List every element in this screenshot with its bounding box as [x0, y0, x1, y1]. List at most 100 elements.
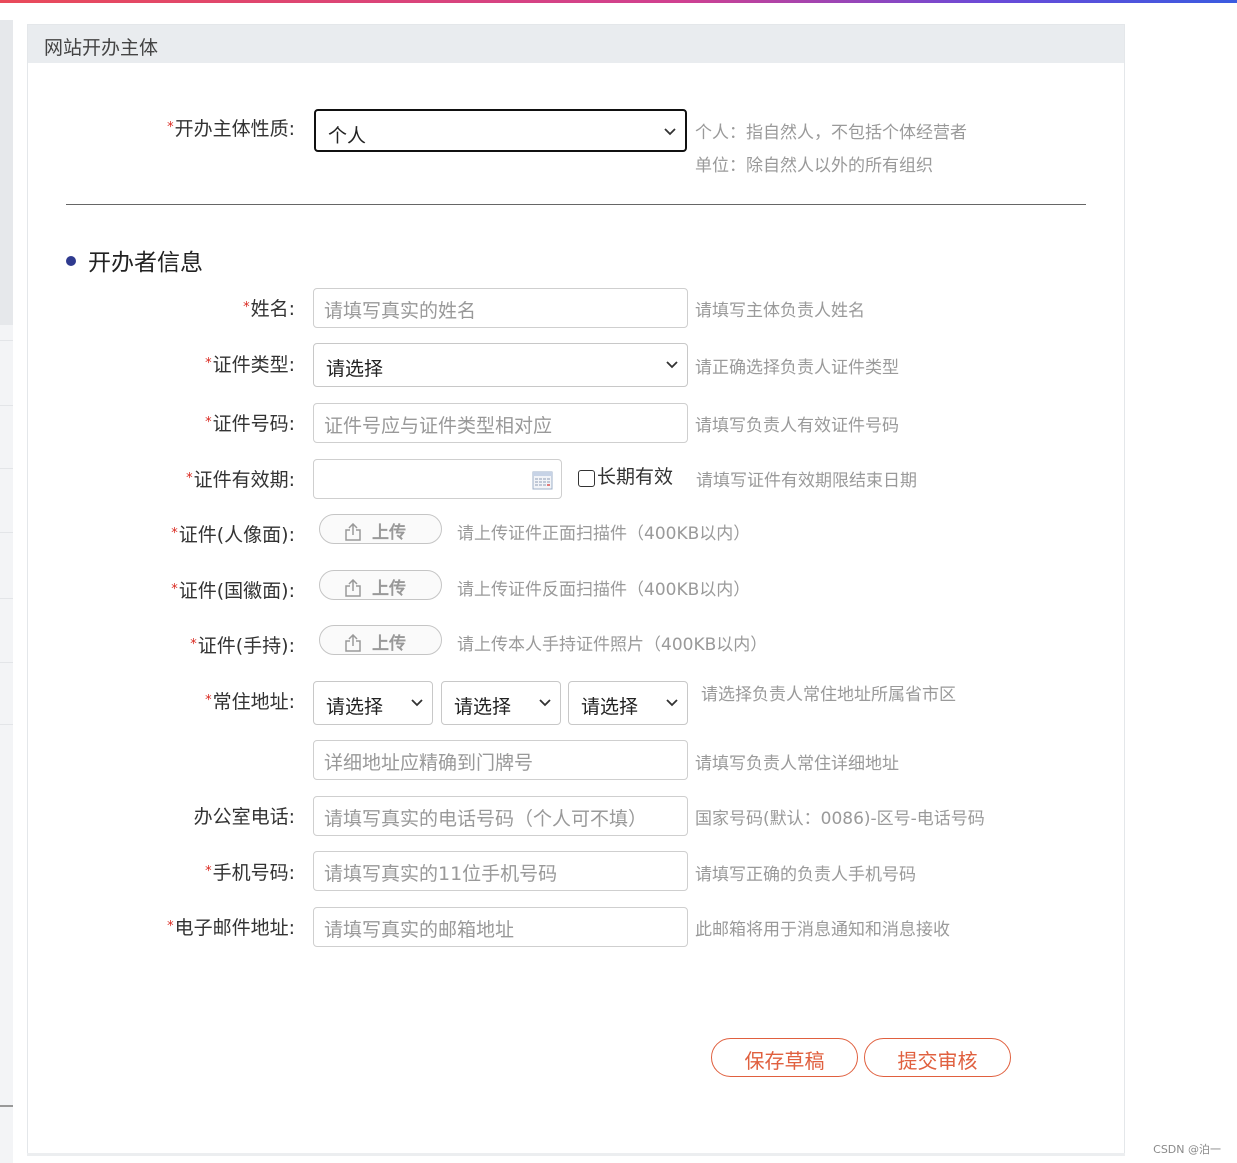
district-value: 请选择 — [581, 696, 639, 718]
id-type-hint: 请正确选择负责人证件类型 — [695, 358, 899, 378]
id-number-hint: 请填写负责人有效证件号码 — [695, 416, 899, 436]
mobile-input[interactable]: 请填写真实的11位手机号码 — [313, 851, 688, 891]
address-label-text: 常住地址: — [212, 691, 295, 713]
mobile-label-text: 手机号码: — [212, 862, 295, 884]
id-front-upload-button[interactable]: 上传 — [319, 514, 442, 544]
chevron-down-icon — [666, 361, 678, 369]
province-value: 请选择 — [326, 696, 384, 718]
chevron-down-icon — [411, 699, 423, 707]
chevron-down-icon — [539, 699, 551, 707]
panel-title: 网站开办主体 — [28, 25, 1124, 63]
upload-label: 上传 — [372, 634, 406, 654]
id-handheld-label-text: 证件(手持): — [197, 635, 295, 657]
id-number-label-text: 证件号码: — [212, 413, 295, 435]
sidebar-divider — [0, 598, 13, 599]
id-handheld-label: *证件(手持): — [130, 631, 295, 658]
id-type-select[interactable]: 请选择 — [313, 343, 688, 387]
name-label-text: 姓名: — [250, 298, 295, 320]
section-divider — [66, 204, 1086, 205]
subject-type-hint-org: 单位：除自然人以外的所有组织 — [695, 156, 933, 176]
subject-type-label-text: 开办主体性质: — [174, 118, 295, 140]
required-mark: * — [167, 919, 174, 934]
id-front-label-text: 证件(人像面): — [178, 524, 295, 546]
watermark: CSDN @泊一 — [1153, 1143, 1221, 1156]
id-front-label: *证件(人像面): — [130, 520, 295, 547]
save-draft-button[interactable]: 保存草稿 — [711, 1038, 858, 1077]
email-label-text: 电子邮件地址: — [174, 917, 295, 939]
upload-icon — [345, 523, 361, 541]
id-expiry-date-input[interactable] — [313, 459, 562, 499]
id-number-input[interactable]: 证件号应与证件类型相对应 — [313, 403, 688, 443]
id-back-upload-button[interactable]: 上传 — [319, 570, 442, 600]
long-term-label[interactable]: 长期有效 — [597, 462, 673, 489]
upload-icon — [345, 634, 361, 652]
city-value: 请选择 — [454, 696, 512, 718]
id-front-hint: 请上传证件正面扫描件（400KB以内） — [457, 524, 751, 544]
subject-type-label: *开办主体性质: — [140, 114, 295, 141]
id-number-label: *证件号码: — [140, 409, 295, 436]
subject-type-hint-person: 个人：指自然人，不包括个体经营者 — [695, 123, 967, 143]
sidebar-divider — [0, 724, 13, 725]
email-hint: 此邮箱将用于消息通知和消息接收 — [695, 920, 950, 940]
address-detail-input[interactable]: 详细地址应精确到门牌号 — [313, 740, 688, 780]
required-mark: * — [205, 356, 212, 371]
required-mark: * — [167, 120, 174, 135]
address-label: *常住地址: — [140, 687, 295, 714]
name-hint: 请填写主体负责人姓名 — [695, 301, 865, 321]
left-sidebar-strip — [0, 20, 13, 1163]
subject-type-value: 个人 — [328, 125, 367, 147]
address-detail-hint: 请填写负责人常住详细地址 — [695, 754, 899, 774]
sidebar-divider — [0, 662, 13, 663]
id-type-label-text: 证件类型: — [212, 354, 295, 376]
bullet-dot-icon — [66, 256, 76, 266]
required-mark: * — [171, 582, 178, 597]
calendar-icon[interactable] — [532, 470, 553, 490]
required-mark: * — [171, 526, 178, 541]
id-back-label: *证件(国徽面): — [130, 576, 295, 603]
sidebar-divider — [0, 405, 13, 406]
required-mark: * — [190, 637, 197, 652]
office-phone-label: 办公室电话: — [193, 806, 295, 828]
mobile-hint: 请填写正确的负责人手机号码 — [695, 865, 916, 885]
required-mark: * — [205, 415, 212, 430]
upload-icon — [345, 579, 361, 597]
id-handheld-upload-button[interactable]: 上传 — [319, 625, 442, 655]
sidebar-marker — [0, 1105, 13, 1107]
upload-label: 上传 — [372, 579, 406, 599]
required-mark: * — [205, 864, 212, 879]
sidebar-panel — [0, 20, 13, 325]
id-back-label-text: 证件(国徽面): — [178, 580, 295, 602]
email-input[interactable]: 请填写真实的邮箱地址 — [313, 907, 688, 947]
office-phone-hint: 国家号码(默认：0086)-区号-电话号码 — [695, 809, 985, 829]
id-handheld-hint: 请上传本人手持证件照片（400KB以内） — [457, 635, 768, 655]
province-select[interactable]: 请选择 — [313, 681, 433, 725]
required-mark: * — [186, 471, 193, 486]
mobile-label: *手机号码: — [140, 858, 295, 885]
id-type-value: 请选择 — [326, 358, 384, 380]
sidebar-divider — [0, 340, 13, 341]
section-title-text: 开办者信息 — [88, 250, 203, 276]
top-accent-line — [0, 0, 1237, 3]
id-expiry-hint: 请填写证件有效期限结束日期 — [696, 471, 917, 491]
office-phone-input[interactable]: 请填写真实的电话号码（个人可不填） — [313, 796, 688, 836]
email-label: *电子邮件地址: — [120, 913, 295, 940]
section-heading: 开办者信息 — [66, 243, 203, 277]
long-term-checkbox[interactable] — [578, 470, 595, 487]
address-hint: 请选择负责人常住地址所属省市区 — [701, 685, 956, 705]
sidebar-divider — [0, 468, 13, 469]
id-type-label: *证件类型: — [140, 350, 295, 377]
chevron-down-icon — [664, 128, 676, 136]
name-input[interactable]: 请填写真实的姓名 — [313, 288, 688, 328]
submit-review-button[interactable]: 提交审核 — [864, 1038, 1011, 1077]
subject-type-select[interactable]: 个人 — [314, 109, 687, 152]
district-select[interactable]: 请选择 — [568, 681, 688, 725]
chevron-down-icon — [666, 699, 678, 707]
id-expiry-label-text: 证件有效期: — [193, 469, 295, 491]
sidebar-divider — [0, 532, 13, 533]
city-select[interactable]: 请选择 — [441, 681, 561, 725]
name-label: *姓名: — [140, 294, 295, 321]
upload-label: 上传 — [372, 523, 406, 543]
id-back-hint: 请上传证件反面扫描件（400KB以内） — [457, 580, 751, 600]
required-mark: * — [243, 300, 250, 315]
required-mark: * — [205, 693, 212, 708]
